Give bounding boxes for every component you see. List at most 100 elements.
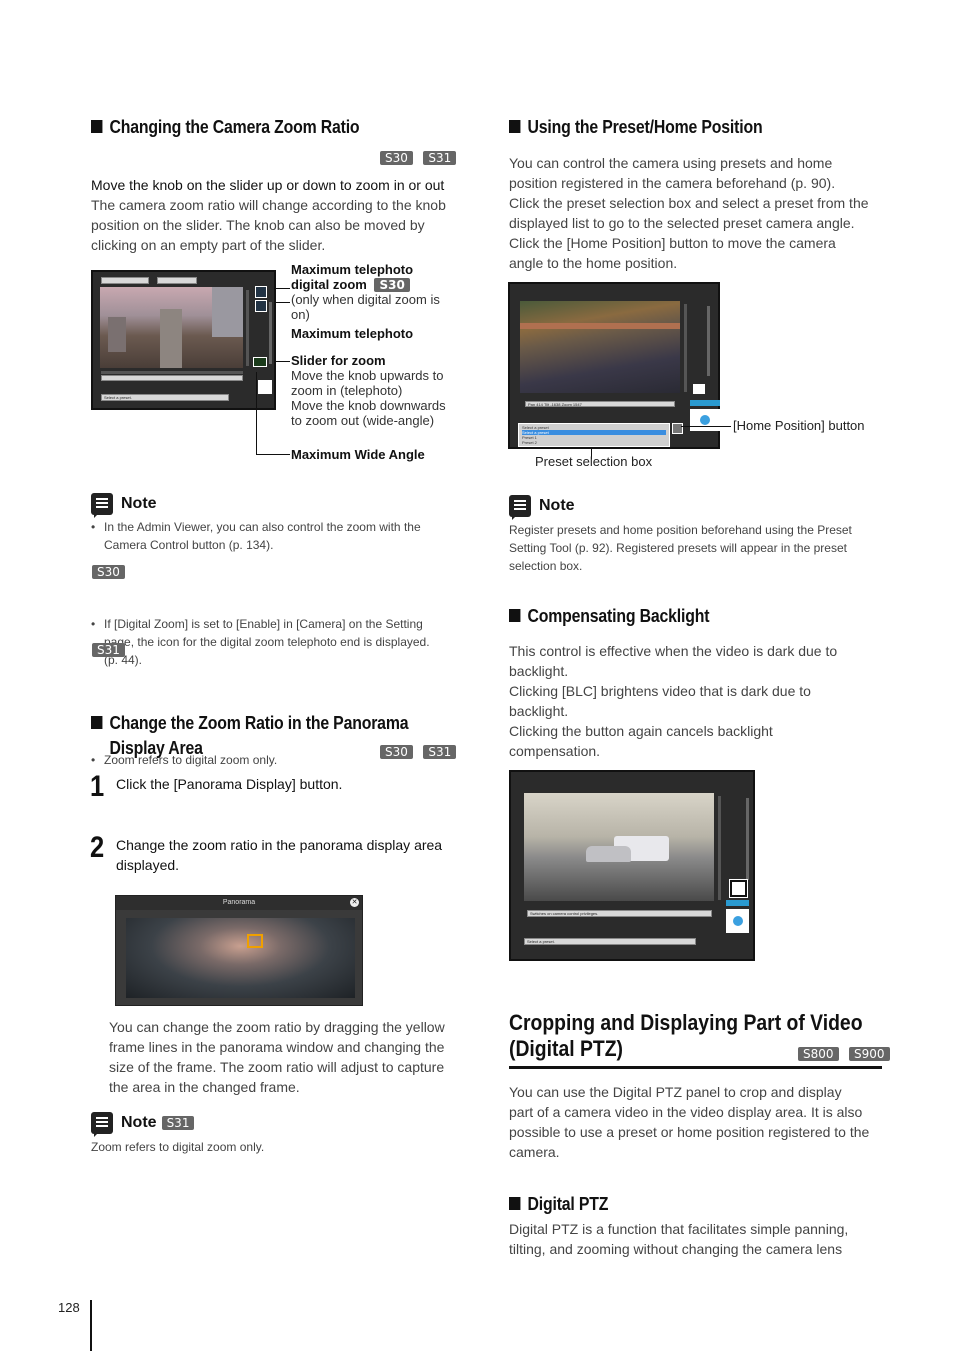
note-bullet: If [Digital Zoom] is set to [Enable] in … [91, 615, 466, 669]
panorama-window: Panorama ✕ [115, 895, 363, 1006]
note-line: In the Admin Viewer, you can also contro… [104, 520, 421, 534]
status-bar: Switches on camera control privileges. [527, 910, 712, 917]
pan-slider[interactable] [101, 371, 243, 374]
heading-text: Change the Zoom Ratio in the Panorama [109, 713, 409, 733]
page-number: 128 [58, 1300, 80, 1315]
callout-desc: to zoom out (wide-angle) [291, 413, 435, 428]
body-line: Click the [Home Position] button to move… [509, 235, 836, 251]
max-wide-icon[interactable] [253, 357, 267, 367]
body-line: part of a camera video in the video disp… [509, 1104, 863, 1120]
callout-title: digital zoom [291, 277, 367, 292]
model-badges: S800 S900 [798, 1045, 890, 1063]
video-size-select [101, 277, 149, 284]
blc-button[interactable] [693, 384, 705, 394]
body-line: tilting, and zooming without changing th… [509, 1241, 843, 1257]
note-line: Setting Tool (p. 92). Registered presets… [509, 541, 847, 555]
body-line: Click the preset selection box and selec… [509, 195, 869, 211]
camera-viewer-screenshot-backlight: Switches on camera control privileges. S… [509, 770, 755, 961]
body-line: backlight. [509, 663, 569, 679]
body-line: displayed list to go to the selected pre… [509, 215, 855, 231]
body-line: clicking on an empty part of the slider. [91, 237, 326, 253]
callout-zoom-slider: Slider for zoom Move the knob upwards to… [291, 353, 446, 428]
home-position-button[interactable] [672, 423, 683, 434]
model-badge: S30 [380, 745, 413, 759]
page-rule [90, 1300, 92, 1351]
body-line: You can use the Digital PTZ panel to cro… [509, 1084, 842, 1100]
panorama-title: Panorama [116, 896, 362, 910]
zoom-slider[interactable] [269, 302, 272, 364]
model-badge: S31 [161, 1116, 195, 1130]
blc-button[interactable] [729, 879, 748, 898]
body-line: You can control the camera using presets… [509, 155, 833, 171]
callout-desc: Move the knob downwards [291, 398, 446, 413]
video-display [524, 793, 714, 901]
status-bar [101, 375, 243, 381]
note-line: (p. 44). [104, 653, 143, 667]
camera-control-icon[interactable] [258, 380, 272, 394]
body-line: This control is effective when the video… [509, 643, 838, 659]
note-title: Note [121, 1114, 157, 1131]
step-number: 2 [90, 831, 105, 864]
section-heading-zoom-ratio: Changing the Camera Zoom Ratio [91, 117, 360, 138]
model-badge: S30 [374, 278, 410, 292]
body-paragraph: You can change the zoom ratio by draggin… [109, 1017, 445, 1097]
heading-text: Changing the Camera Zoom Ratio [109, 117, 360, 137]
zoom-frame[interactable] [247, 934, 263, 948]
preset-select[interactable]: Select a preset. [101, 394, 229, 401]
note-line: selection box. [509, 559, 583, 573]
close-icon[interactable]: ✕ [350, 898, 359, 907]
section-heading-backlight: Compensating Backlight [509, 606, 709, 627]
body-line: The camera zoom ratio will change accord… [91, 197, 446, 213]
note-line: Register presets and home position befor… [509, 523, 852, 537]
step-text: Change the zoom ratio in the panorama di… [116, 835, 442, 875]
display-size-select [157, 277, 197, 284]
model-badge: S31 [423, 745, 457, 759]
max-telephoto-icon[interactable] [255, 300, 267, 312]
callout-max-wide-angle: Maximum Wide Angle [291, 447, 425, 462]
model-badge: S31 [92, 643, 125, 657]
step-text: Click the [Panorama Display] button. [116, 776, 343, 792]
callout-desc: zoom in (telephoto) [291, 383, 403, 398]
zoom-slider[interactable] [707, 306, 710, 376]
note-title: Note [121, 495, 157, 512]
body-line: frame lines in the panorama window and c… [109, 1039, 445, 1055]
preset-select[interactable]: Select a preset. [524, 938, 696, 945]
status-bar: Pan 414 Tilt -1638 Zoom 1547 [525, 401, 675, 407]
max-telephoto-digital-icon[interactable] [255, 286, 267, 298]
model-badge: S30 [92, 565, 125, 579]
preset-selection-box[interactable]: Select a preset Select a preset Preset 1… [518, 423, 670, 447]
heading-text: Display Area [109, 738, 203, 758]
panorama-image[interactable] [126, 918, 355, 998]
note-bullet: In the Admin Viewer, you can also contro… [91, 518, 461, 554]
callout-max-telephoto: Maximum telephoto [291, 326, 414, 341]
tilt-slider[interactable] [718, 796, 721, 900]
tilt-slider[interactable] [246, 290, 249, 366]
camera-control-icon[interactable] [690, 409, 720, 431]
tilt-slider[interactable] [684, 304, 687, 392]
video-display [520, 301, 680, 393]
step-line: Change the zoom ratio in the panorama di… [116, 837, 443, 853]
body-line: Clicking [BLC] brightens video that is d… [509, 683, 811, 699]
body-paragraph: The camera zoom ratio will change accord… [91, 195, 446, 255]
callout-desc: on) [291, 307, 310, 322]
note-text: Zoom refers to digital zoom only. [91, 1140, 265, 1154]
callout-home-position: [Home Position] button [733, 418, 865, 433]
zoom-slider[interactable] [746, 798, 749, 880]
preset-option[interactable]: Preset 2 [522, 440, 666, 445]
note-title: Note [539, 497, 575, 514]
callout-title: Maximum telephoto [291, 262, 414, 277]
body-line: the area in the changed frame. [109, 1079, 300, 1095]
body-line: Digital PTZ is a function that facilitat… [509, 1221, 849, 1237]
body-line: camera. [509, 1144, 560, 1160]
note-icon [509, 495, 531, 520]
note-line: If [Digital Zoom] is set to [Enable] in … [104, 617, 423, 631]
body-line: position on the slider. The knob can als… [91, 217, 425, 233]
callout-max-telephoto-digital: Maximum telephoto digital zoom S30 (only… [291, 262, 466, 322]
note-heading: Note S31 [91, 1112, 195, 1137]
camera-control-icon[interactable] [726, 909, 749, 933]
body-line: angle to the home position. [509, 255, 678, 271]
body-paragraph: You can use the Digital PTZ panel to cro… [509, 1082, 869, 1162]
model-badges: S30 S31 [380, 743, 457, 761]
note-text: Register presets and home position befor… [509, 521, 852, 575]
model-badge: S800 [798, 1047, 839, 1061]
